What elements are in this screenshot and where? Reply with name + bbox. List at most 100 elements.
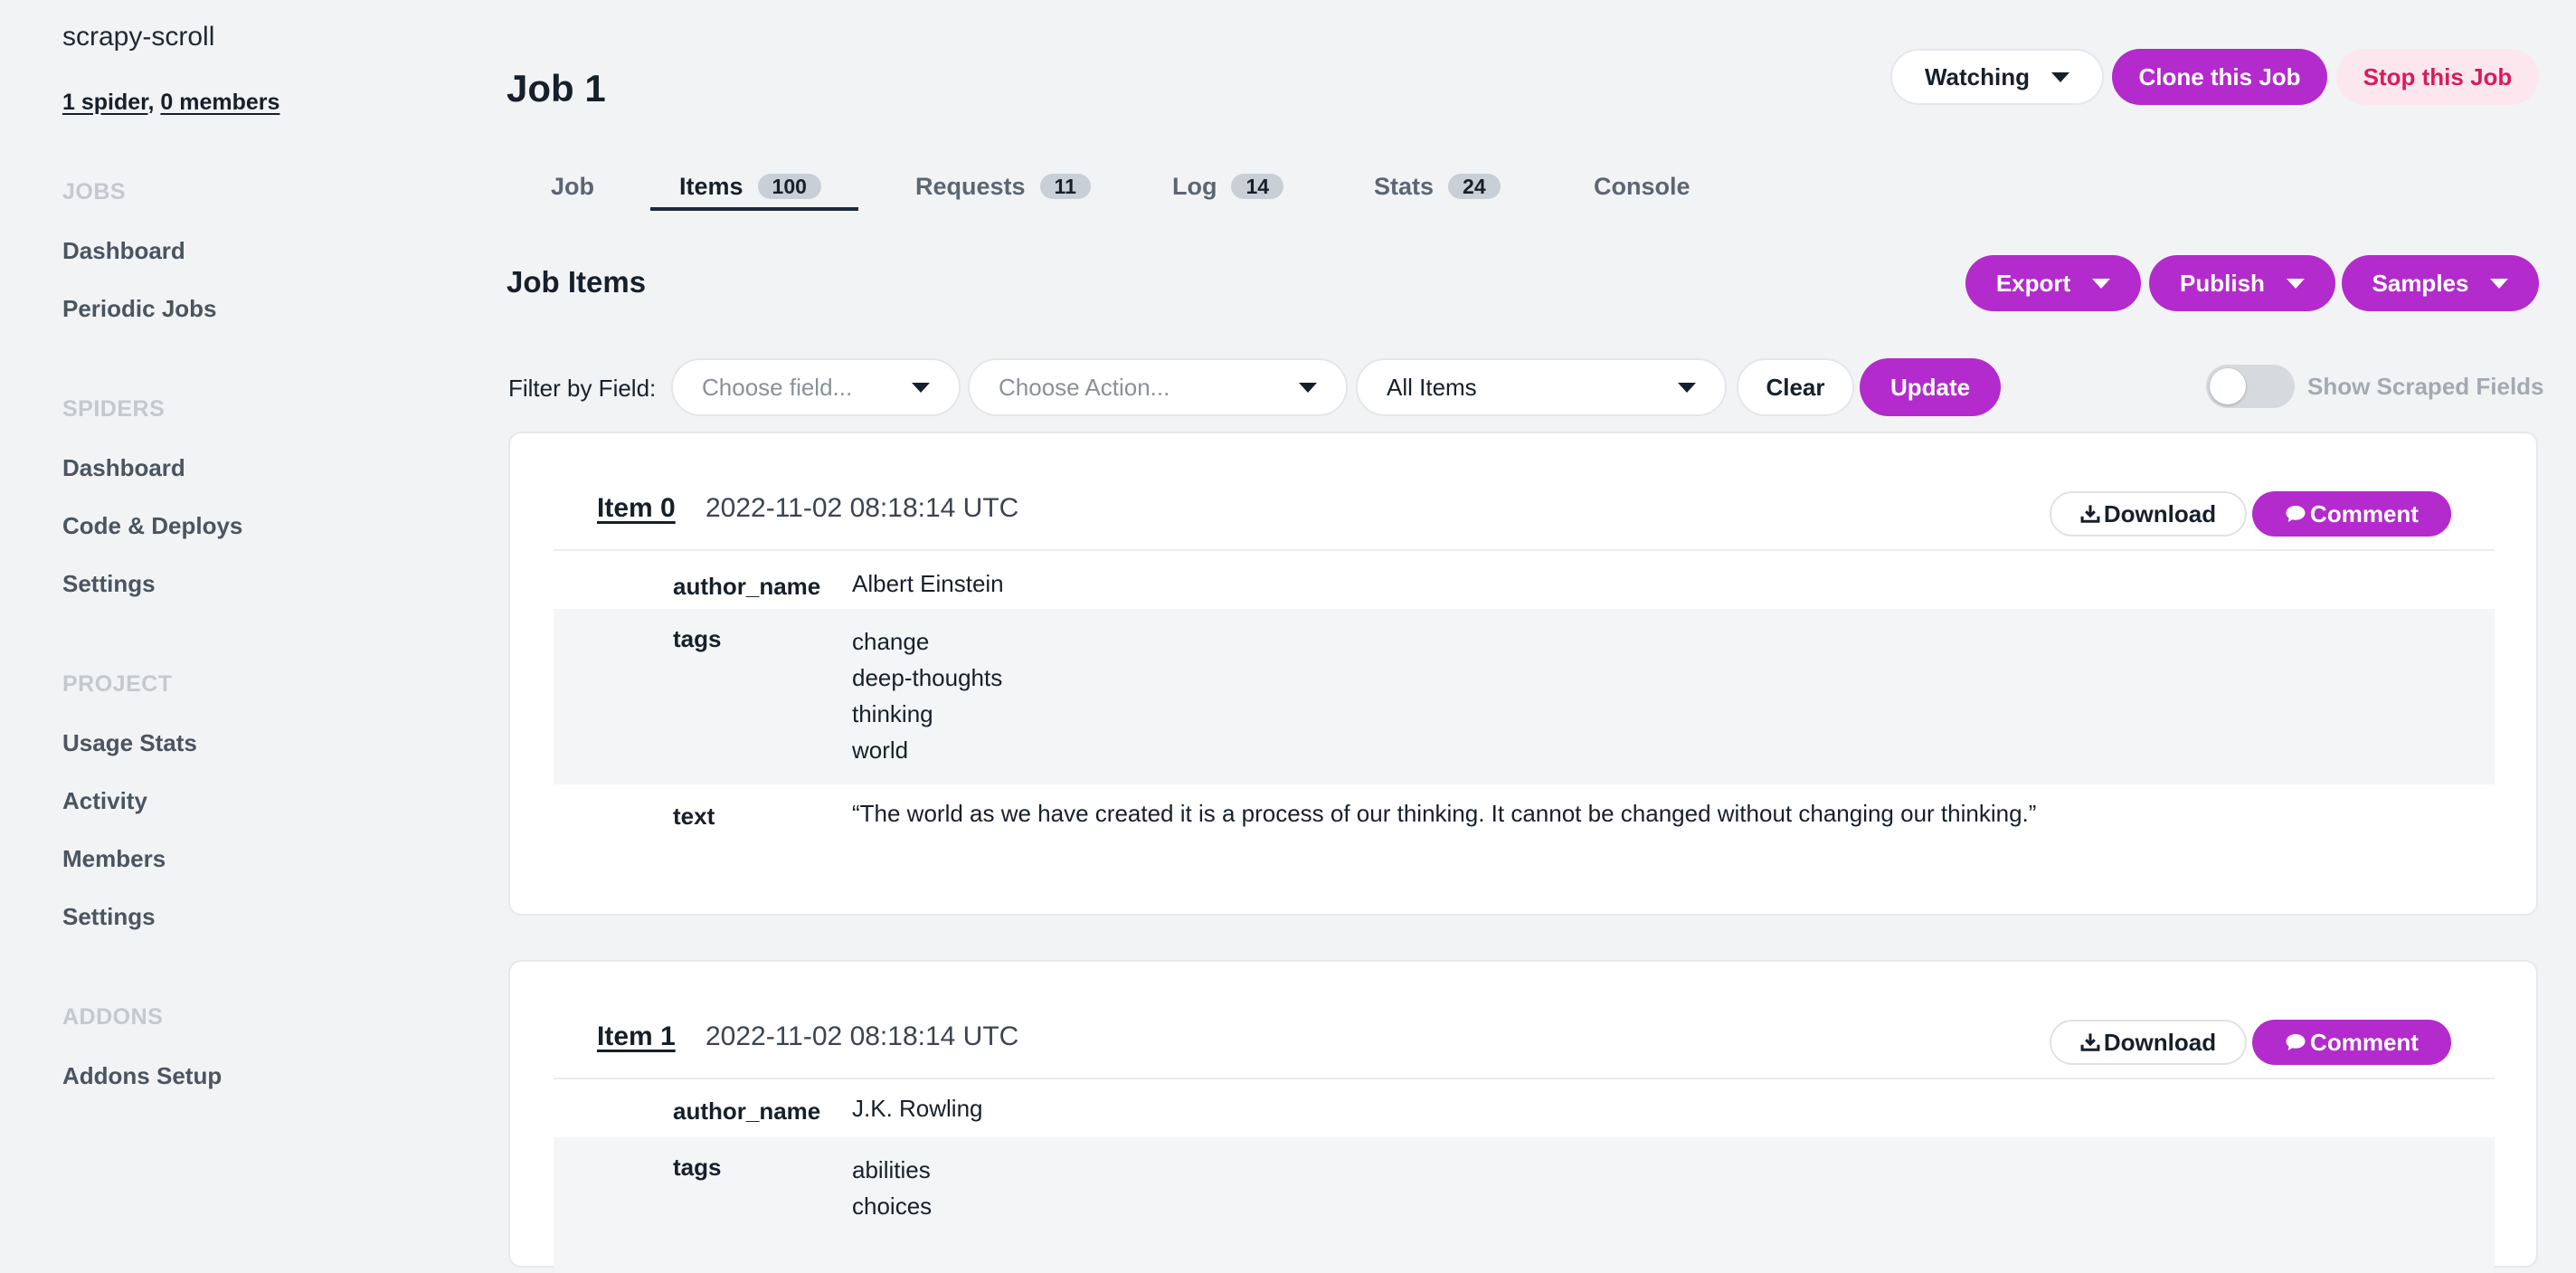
caret-down-icon (2490, 278, 2509, 289)
field-value: “The world as we have created it is a pr… (852, 800, 2037, 827)
tag-value: world (852, 736, 909, 764)
caret-down-icon (2051, 71, 2070, 82)
field-value: Albert Einstein (852, 570, 1004, 597)
caret-down-icon (912, 383, 930, 393)
publish-dropdown[interactable]: Publish (2149, 255, 2335, 311)
summary-separator: , (147, 90, 155, 115)
export-label: Export (1995, 269, 2071, 297)
item-link[interactable]: Item 1 (597, 1021, 676, 1052)
items-select-value: All Items (1387, 373, 1477, 401)
tab-label: Job (551, 172, 595, 200)
watching-dropdown[interactable]: Watching (1890, 49, 2104, 105)
tag-value: thinking (852, 700, 933, 727)
export-dropdown[interactable]: Export (1965, 255, 2141, 311)
download-button[interactable]: Download (2050, 1020, 2247, 1065)
active-tab-indicator (650, 207, 858, 211)
tab-console[interactable]: Console (1594, 170, 1690, 203)
count-badge: 14 (1231, 174, 1284, 199)
tab-stats[interactable]: Stats 24 (1374, 170, 1501, 203)
sidebar-item-periodic-jobs[interactable]: Periodic Jobs (62, 295, 217, 323)
field-key: tags (673, 1154, 722, 1181)
stop-job-button[interactable]: Stop this Job (2336, 49, 2539, 105)
field-row-tags: tags abilities choices (554, 1137, 2495, 1273)
field-row-tags: tags change deep-thoughts thinking world (554, 609, 2495, 784)
comment-icon (2286, 506, 2306, 522)
nav-section-addons: ADDONS (62, 1004, 164, 1030)
field-row-text: text “The world as we have created it is… (554, 784, 2495, 850)
tab-job[interactable]: Job (551, 170, 594, 203)
comment-button[interactable]: Comment (2252, 1020, 2451, 1065)
project-name: scrapy-scroll (62, 22, 215, 52)
item-card: Item 0 2022-11-02 08:18:14 UTC Download … (508, 432, 2538, 916)
clone-job-button[interactable]: Clone this Job (2112, 49, 2327, 105)
sidebar-item-jobs-dashboard[interactable]: Dashboard (62, 237, 185, 265)
tab-requests[interactable]: Requests 11 (915, 170, 1091, 203)
download-label: Download (2103, 1028, 2217, 1056)
item-link[interactable]: Item 0 (597, 493, 676, 524)
field-value: J.K. Rowling (852, 1095, 983, 1122)
project-summary: 1 spider, 0 members (62, 90, 279, 116)
count-badge: 24 (1448, 174, 1501, 199)
field-value-list: abilities choices (852, 1152, 932, 1224)
clear-button[interactable]: Clear (1737, 358, 1854, 416)
comment-label: Comment (2310, 1028, 2419, 1056)
item-timestamp: 2022-11-02 08:18:14 UTC (706, 493, 1019, 523)
tag-value: choices (852, 1192, 933, 1220)
caret-down-icon (2286, 278, 2305, 289)
samples-label: Samples (2372, 269, 2469, 297)
show-scraped-fields-toggle[interactable] (2206, 365, 2295, 408)
download-icon (2080, 505, 2100, 523)
field-value-list: change deep-thoughts thinking world (852, 623, 1002, 768)
sidebar-item-spiders-dashboard[interactable]: Dashboard (62, 454, 185, 482)
toggle-label: Show Scraped Fields (2307, 373, 2544, 400)
tag-value: deep-thoughts (852, 664, 1003, 691)
watching-label: Watching (1924, 62, 2031, 90)
field-select[interactable]: Choose field... (671, 358, 961, 416)
sidebar-item-activity[interactable]: Activity (62, 787, 147, 815)
nav-section-spiders: SPIDERS (62, 396, 166, 422)
item-timestamp: 2022-11-02 08:18:14 UTC (706, 1021, 1019, 1051)
tab-label: Log (1172, 172, 1217, 200)
spiders-link[interactable]: 1 spider (62, 90, 148, 115)
field-key: tags (673, 625, 722, 652)
filter-label: Filter by Field: (508, 375, 657, 402)
action-select-placeholder: Choose Action... (999, 373, 1170, 401)
sidebar-item-project-settings[interactable]: Settings (62, 903, 156, 931)
toggle-knob (2210, 368, 2246, 404)
section-title: Job Items (507, 265, 647, 299)
download-label: Download (2103, 499, 2217, 527)
sidebar: scrapy-scroll 1 spider, 0 members JOBS D… (0, 0, 470, 1227)
samples-dropdown[interactable]: Samples (2342, 255, 2539, 311)
publish-label: Publish (2180, 269, 2265, 297)
nav-section-jobs: JOBS (62, 179, 127, 204)
sidebar-item-usage-stats[interactable]: Usage Stats (62, 729, 197, 757)
page-title: Job 1 (507, 67, 606, 109)
count-badge: 11 (1039, 174, 1091, 199)
count-badge: 100 (757, 174, 821, 199)
comment-icon (2286, 1034, 2306, 1050)
members-link[interactable]: 0 members (160, 90, 279, 115)
field-row-author: author_name J.K. Rowling (554, 1079, 2495, 1145)
tab-label: Items (679, 172, 743, 200)
comment-button[interactable]: Comment (2252, 491, 2451, 537)
sidebar-item-members[interactable]: Members (62, 845, 166, 873)
field-select-placeholder: Choose field... (702, 373, 853, 401)
sidebar-item-code-deploys[interactable]: Code & Deploys (62, 512, 242, 540)
update-button[interactable]: Update (1860, 358, 2001, 416)
field-key: text (673, 803, 715, 830)
field-key: author_name (673, 573, 821, 600)
field-key: author_name (673, 1097, 821, 1125)
caret-down-icon (1299, 383, 1317, 393)
action-select[interactable]: Choose Action... (968, 358, 1348, 416)
item-card: Item 1 2022-11-02 08:18:14 UTC Download … (508, 960, 2538, 1273)
items-select[interactable]: All Items (1356, 358, 1727, 416)
download-button[interactable]: Download (2050, 491, 2247, 537)
tag-value: change (852, 628, 930, 655)
field-row-author: author_name Albert Einstein (554, 551, 2495, 616)
sidebar-item-addons-setup[interactable]: Addons Setup (62, 1062, 222, 1090)
sidebar-item-spiders-settings[interactable]: Settings (62, 570, 156, 598)
tab-log[interactable]: Log 14 (1172, 170, 1284, 203)
download-icon (2080, 1033, 2100, 1051)
caret-down-icon (1678, 383, 1696, 393)
tab-items[interactable]: Items 100 (679, 170, 821, 203)
